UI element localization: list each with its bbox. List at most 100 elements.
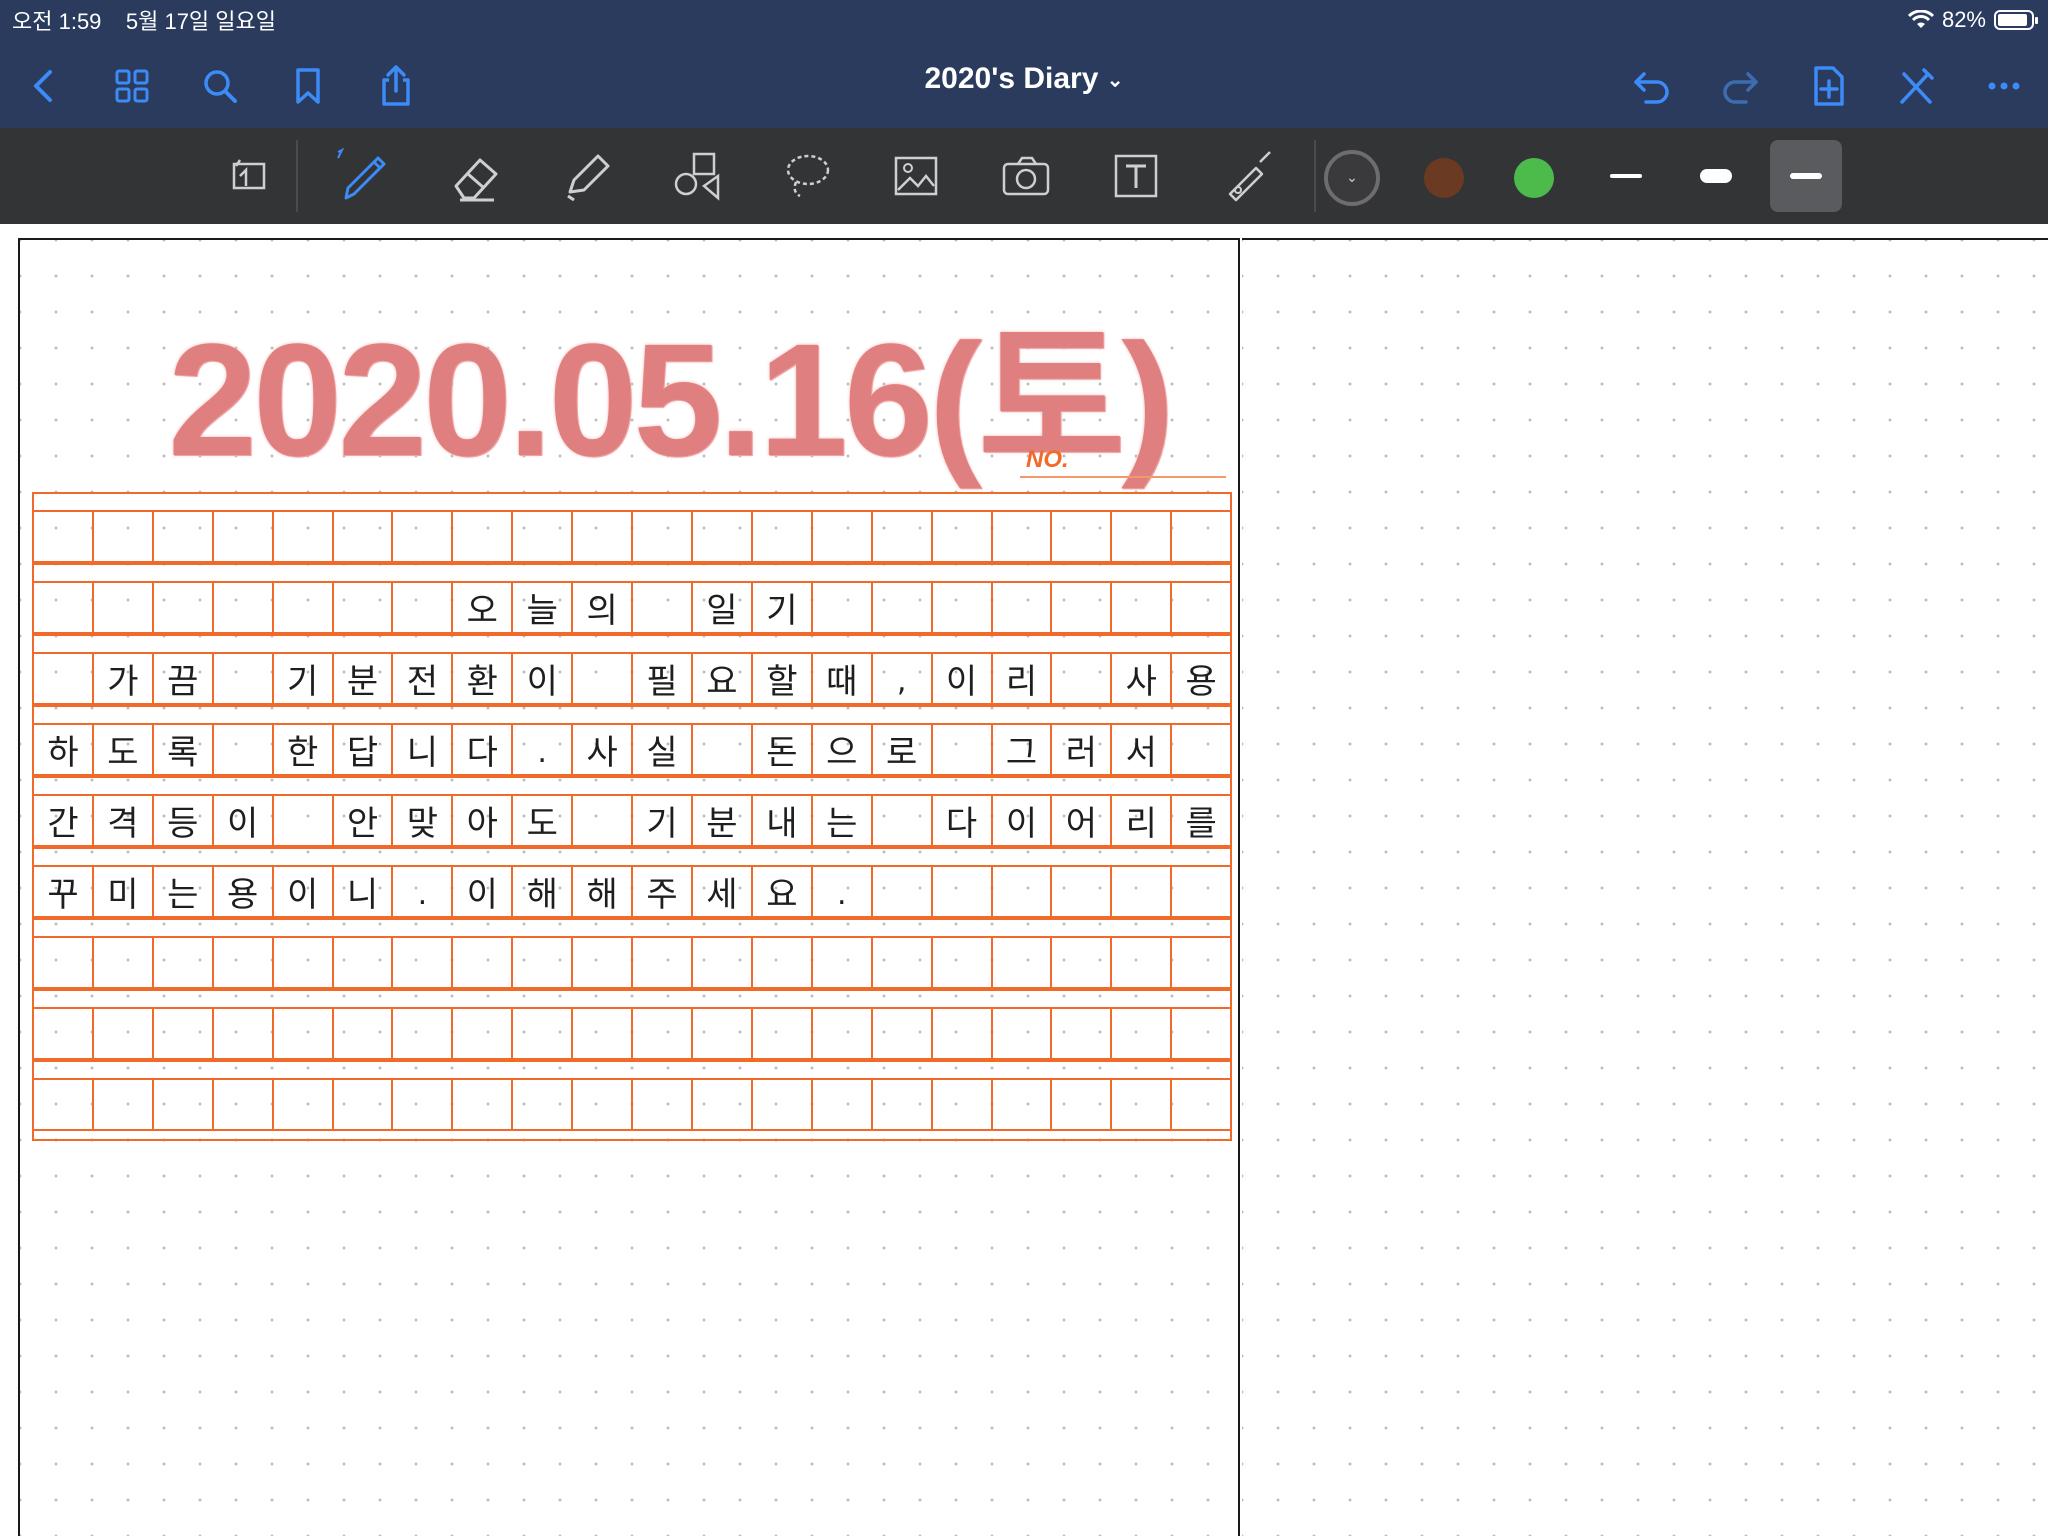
grid-cell (753, 512, 813, 561)
note-canvas[interactable]: 2020.05.16(토) NO. 오늘의일기가끔기분전환이필요할때,이리사용하… (0, 224, 2048, 1536)
lasso-button[interactable] (772, 140, 844, 212)
read-only-icon (232, 159, 266, 190)
grid-cell (94, 938, 154, 987)
grid-cell (1052, 1080, 1113, 1129)
shapes-button[interactable] (662, 140, 734, 212)
grid-cell: 답 (334, 725, 394, 774)
grid-cell (873, 1080, 933, 1129)
color-swatch-current[interactable]: ⌄ (1324, 150, 1380, 206)
thumbnails-icon (115, 69, 149, 103)
chevron-down-icon[interactable]: ⌄ (1107, 70, 1124, 92)
grid-cell (813, 1009, 873, 1058)
eraser-button[interactable] (440, 140, 512, 212)
grid-cell (214, 654, 274, 703)
grid-row-gap (32, 776, 1232, 794)
color-swatch-brown[interactable] (1424, 158, 1464, 198)
thumbnails-button[interactable] (104, 58, 160, 114)
grid-cell (573, 1080, 634, 1129)
grid-cell (753, 1080, 813, 1129)
grid-cell (1172, 867, 1230, 916)
grid-cell (154, 938, 214, 987)
undo-button[interactable] (1624, 58, 1680, 114)
laser-pointer-icon (1228, 151, 1271, 202)
date-heading: 2020.05.16(토) (168, 310, 1175, 489)
grid-cell: 다 (933, 796, 993, 845)
image-button[interactable] (880, 140, 952, 212)
grid-cell (873, 938, 933, 987)
grid-cell (1052, 938, 1113, 987)
pen-button[interactable] (328, 140, 400, 212)
search-button[interactable] (192, 58, 248, 114)
grid-cell (873, 1009, 933, 1058)
grid-cell: 니 (334, 867, 394, 916)
more-button[interactable] (1976, 58, 2032, 114)
grid-cell (693, 725, 753, 774)
grid-cell: 간 (34, 796, 94, 845)
grid-row: 하도록 한답니다.사실 돈으로 그러서 (32, 723, 1232, 776)
grid-cell: 이 (274, 867, 334, 916)
grid-cell (993, 1009, 1053, 1058)
camera-button[interactable] (990, 140, 1062, 212)
grid-cell (1052, 654, 1113, 703)
grid-cell (1112, 1009, 1173, 1058)
bookmark-button[interactable] (280, 58, 336, 114)
grid-cell (693, 1009, 753, 1058)
grid-cell (633, 1080, 693, 1129)
grid-cell (453, 1009, 514, 1058)
grid-cell: 를 (1185, 804, 1217, 844)
grid-cell: 가 (94, 654, 154, 703)
laser-pointer-button[interactable] (1210, 140, 1282, 212)
read-only-button[interactable] (212, 140, 284, 212)
grid-cell (34, 654, 94, 703)
stroke-size-medium[interactable] (1770, 140, 1842, 212)
grid-cell (993, 867, 1053, 916)
grid-cell (993, 583, 1053, 632)
grid-cell: 전 (393, 654, 454, 703)
grid-cell (573, 654, 634, 703)
stroke-size-thick[interactable] (1680, 140, 1752, 212)
grid-cell: 해 (573, 867, 634, 916)
share-button[interactable] (368, 58, 424, 114)
grid-cell: 사 (573, 725, 634, 774)
grid-cell (154, 512, 214, 561)
grid-cell (393, 1080, 454, 1129)
page-right[interactable] (1242, 238, 2048, 1536)
grid-cell (453, 1080, 514, 1129)
redo-button[interactable] (1712, 58, 1768, 114)
document-title[interactable]: 2020's Diary (924, 62, 1098, 95)
share-icon (382, 65, 410, 106)
grid-row: 오늘의 일기 (32, 581, 1232, 634)
grid-cell: 그 (993, 725, 1053, 774)
grid-cell (154, 1009, 214, 1058)
stroke-size-thin[interactable] (1590, 140, 1662, 212)
grid-cell (1052, 583, 1113, 632)
add-page-button[interactable] (1800, 58, 1856, 114)
grid-cell: 용 (1185, 662, 1217, 702)
page-left[interactable]: 2020.05.16(토) NO. 오늘의일기가끔기분전환이필요할때,이리사용하… (18, 238, 1240, 1536)
grid-cell: 사 (1112, 654, 1173, 703)
back-button[interactable] (16, 58, 72, 114)
toolbar-divider (1314, 140, 1316, 212)
toolbar-divider (296, 140, 298, 212)
grid-row-gap (32, 989, 1232, 1007)
grid-cell: 실 (633, 725, 693, 774)
grid-row (32, 1078, 1232, 1131)
grid-bottom (32, 1131, 1232, 1141)
close-ink-button[interactable] (1888, 58, 1944, 114)
text-button[interactable] (1100, 140, 1172, 212)
grid-cell (1172, 1009, 1230, 1058)
grid-cell: 요 (753, 867, 813, 916)
grid-cell (334, 583, 394, 632)
grid-cell: , (873, 654, 933, 703)
grid-cell: 이 (993, 796, 1053, 845)
grid-cell (453, 938, 514, 987)
grid-cell (813, 512, 873, 561)
add-page-icon (1814, 66, 1844, 106)
grid-row-gap (32, 1060, 1232, 1078)
color-swatch-green[interactable] (1514, 158, 1554, 198)
grid-cell (513, 1009, 574, 1058)
grid-cell (753, 938, 813, 987)
grid-cell (993, 938, 1053, 987)
grid-cell: 어 (1052, 796, 1113, 845)
highlighter-button[interactable] (550, 140, 622, 212)
